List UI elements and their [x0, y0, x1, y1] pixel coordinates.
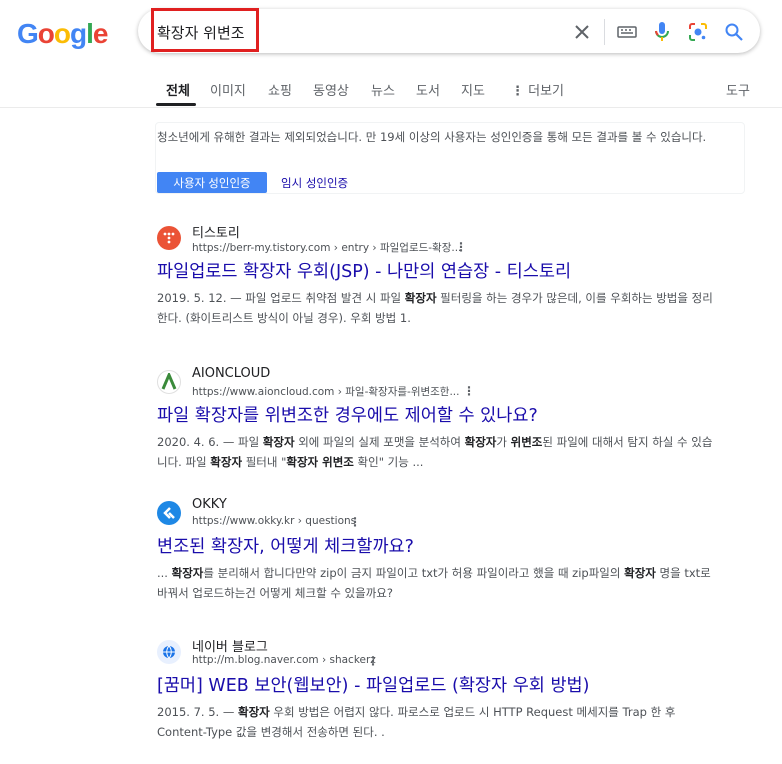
- naver-blog-favicon-icon: [157, 640, 181, 664]
- safesearch-message: 청소년에게 유해한 결과는 제외되었습니다. 만 19세 이상의 사용자는 성인…: [157, 130, 707, 144]
- logo-letter: o: [37, 18, 55, 49]
- active-tab-indicator: [156, 103, 196, 106]
- divider: [604, 19, 605, 45]
- result-url[interactable]: https://www.aioncloud.com › 파일-확장자를-위변조한…: [192, 384, 459, 399]
- tab-maps[interactable]: 지도: [461, 80, 485, 99]
- result-title-link[interactable]: 변조된 확장자, 어떻게 체크할까요?: [157, 533, 414, 558]
- microphone-icon[interactable]: [652, 21, 672, 43]
- result-snippet: 2015. 7. 5. — 확장자 우회 방법은 어렵지 않다. 파로스로 업로…: [157, 705, 676, 739]
- result-title-link[interactable]: 파일 확장자를 위변조한 경우에도 제어할 수 있나요?: [157, 402, 538, 427]
- result-snippet: ... 확장자를 분리해서 합니다만약 zip이 금지 파일이고 txt가 허용…: [157, 566, 711, 600]
- result-snippet: 2020. 4. 6. — 파일 확장자 외에 파일의 실제 포맷을 분석하여 …: [157, 435, 713, 469]
- result-title-link[interactable]: 파일업로드 확장자 우회(JSP) - 나만의 연습장 - 티스토리: [157, 258, 571, 283]
- clear-icon[interactable]: [572, 22, 592, 42]
- result-url[interactable]: https://berr-my.tistory.com › entry › 파일…: [192, 240, 461, 255]
- logo-letter: e: [92, 18, 109, 49]
- tab-books[interactable]: 도서: [416, 80, 440, 99]
- tools-button[interactable]: 도구: [726, 80, 750, 99]
- tab-shopping[interactable]: 쇼핑: [268, 80, 292, 99]
- tab-all[interactable]: 전체: [166, 80, 190, 99]
- more-options-icon[interactable]: ⋮: [367, 654, 379, 668]
- search-icon[interactable]: [724, 22, 744, 42]
- result-site-name: 네이버 블로그: [192, 640, 268, 655]
- result-snippet: 2019. 5. 12. — 파일 업로드 취약점 발견 시 파일 확장자 필터…: [157, 291, 713, 325]
- result-site-name: OKKY: [192, 497, 227, 512]
- header-divider: [0, 107, 782, 108]
- aioncloud-favicon-icon: [157, 370, 181, 394]
- logo-letter: g: [70, 18, 87, 49]
- adult-verify-button[interactable]: 사용자 성인인증: [157, 172, 267, 193]
- more-vert-icon: ⋮: [511, 84, 524, 99]
- more-options-icon[interactable]: ⋮: [455, 240, 467, 254]
- temp-verify-link[interactable]: 임시 성인인증: [281, 175, 348, 191]
- tab-videos[interactable]: 동영상: [313, 80, 349, 99]
- tab-more-label: 더보기: [528, 84, 565, 99]
- result-url[interactable]: http://m.blog.naver.com › shackerz: [192, 654, 376, 666]
- keyboard-icon[interactable]: [616, 23, 638, 41]
- logo-letter: G: [17, 18, 39, 49]
- google-logo[interactable]: Google: [17, 18, 109, 50]
- tab-news[interactable]: 뉴스: [371, 80, 395, 99]
- tab-more[interactable]: ⋮ 더보기: [511, 80, 564, 99]
- more-options-icon[interactable]: ⋮: [463, 384, 475, 398]
- query-highlight-box: [151, 8, 259, 52]
- result-site-name: 티스토리: [192, 226, 240, 241]
- okky-favicon-icon: [157, 501, 181, 525]
- result-site-name: AIONCLOUD: [192, 366, 271, 381]
- tistory-favicon-icon: [157, 226, 181, 250]
- result-url[interactable]: https://www.okky.kr › questions: [192, 515, 356, 527]
- lens-icon[interactable]: [688, 22, 708, 42]
- tab-images[interactable]: 이미지: [210, 80, 246, 99]
- logo-letter: l: [86, 18, 94, 49]
- logo-letter: o: [53, 18, 71, 49]
- more-options-icon[interactable]: ⋮: [349, 515, 361, 529]
- result-title-link[interactable]: [꿈머] WEB 보안(웹보안) - 파일업로드 (확장자 우회 방법): [157, 672, 589, 697]
